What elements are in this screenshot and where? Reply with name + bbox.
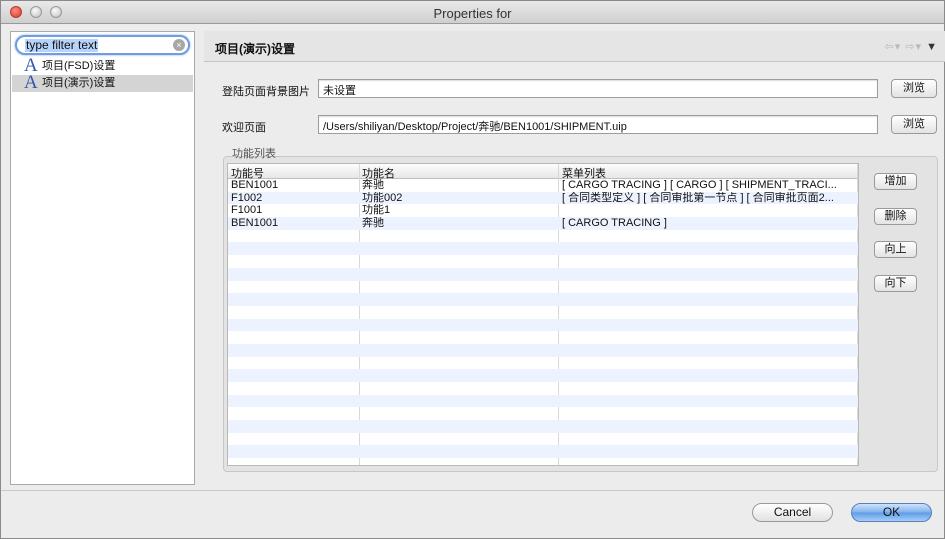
table-row[interactable]: BEN1001 奔驰 [ CARGO TRACING ] [ CARGO ] [ S…	[228, 179, 858, 192]
table-row[interactable]	[228, 445, 858, 459]
table-row[interactable]	[228, 357, 858, 370]
table-row[interactable]	[228, 394, 858, 408]
function-list-title: 功能列表	[232, 148, 276, 160]
cell-function-name: 功能1	[362, 204, 391, 217]
table-row[interactable]: F1001 功能1	[228, 204, 858, 217]
tree-item-fsd-settings[interactable]: A 项目(FSD)设置	[12, 56, 193, 76]
properties-window: Properties for type filter text × A 项目(F…	[0, 0, 945, 539]
table-row[interactable]	[228, 255, 858, 268]
filter-input[interactable]: type filter text ×	[15, 35, 190, 55]
cell-menu-list: [ CARGO TRACING ] [ CARGO ] [ SHIPMENT_T…	[562, 179, 837, 191]
cell-function-name: 奔驰	[362, 179, 384, 191]
table-row[interactable]	[228, 281, 858, 294]
clear-filter-icon[interactable]: ×	[173, 39, 185, 51]
forward-arrow-icon[interactable]: ⇨▾	[905, 41, 922, 53]
add-button[interactable]: 增加	[874, 173, 917, 190]
tree-item-demo-settings[interactable]: A 项目(演示)设置	[12, 72, 193, 93]
table-header: 功能号 功能名 菜单列表	[228, 164, 858, 180]
cancel-button[interactable]: Cancel	[752, 503, 833, 522]
table-row[interactable]	[228, 230, 858, 243]
table-row[interactable]: BEN1001 奔驰 [ CARGO TRACING ]	[228, 217, 858, 230]
table-body: BEN1001 奔驰 [ CARGO TRACING ] [ CARGO ] [ S…	[228, 179, 858, 459]
move-down-button[interactable]: 向下	[874, 275, 917, 292]
table-row[interactable]	[228, 293, 858, 306]
filter-input-text: type filter text	[25, 38, 99, 52]
table-row[interactable]	[228, 267, 858, 281]
navigation-controls[interactable]: ⇦▾ ⇨▾ ▼	[884, 40, 938, 53]
cell-function-id: BEN1001	[231, 179, 279, 191]
table-row[interactable]	[228, 306, 858, 319]
background-image-field[interactable]: 未设置	[318, 79, 878, 98]
cell-function-id: BEN1001	[231, 217, 279, 230]
view-menu-icon[interactable]: ▼	[926, 41, 938, 53]
page-header: 项目(演示)设置 ⇦▾ ⇨▾ ▼	[204, 31, 945, 62]
page-title: 项目(演示)设置	[215, 42, 295, 56]
table-row[interactable]	[228, 318, 858, 332]
back-arrow-icon[interactable]: ⇦▾	[884, 41, 901, 53]
move-up-button[interactable]: 向上	[874, 241, 917, 258]
window-title: Properties for	[433, 6, 512, 21]
table-row[interactable]	[228, 369, 858, 382]
table-row[interactable]	[228, 242, 858, 256]
preference-tree-pane: type filter text × A 项目(FSD)设置 A 项目(演示)设…	[10, 31, 195, 485]
font-a-icon: A	[24, 72, 38, 93]
browse-background-button[interactable]: 浏览	[891, 79, 937, 98]
cell-menu-list: [ CARGO TRACING ]	[562, 217, 667, 230]
cell-function-id: F1002	[231, 191, 263, 204]
title-bar[interactable]: Properties for	[1, 1, 944, 24]
cell-menu-list: [ 合同类型定义 ] [ 合同审批第一节点 ] [ 合同审批页面2...	[562, 191, 834, 204]
cell-function-id: F1001	[231, 204, 263, 217]
table-row[interactable]	[228, 433, 858, 446]
cell-function-name: 功能002	[362, 191, 403, 204]
table-row[interactable]: F1002 功能002 [ 合同类型定义 ] [ 合同审批第一节点 ] [ 合同审批…	[228, 191, 858, 205]
welcome-page-field[interactable]: /Users/shiliyan/Desktop/Project/奔驰/BEN10…	[318, 115, 878, 134]
table-row[interactable]	[228, 420, 858, 433]
ok-button[interactable]: OK	[851, 503, 932, 522]
delete-button[interactable]: 删除	[874, 208, 917, 225]
table-row[interactable]	[228, 343, 858, 357]
function-table[interactable]: 功能号 功能名 菜单列表 BEN1001 奔驰 [ CARGO TRACING ] …	[227, 163, 859, 466]
welcome-page-label: 欢迎页面	[222, 122, 266, 134]
tree-item-label: 项目(演示)设置	[42, 77, 116, 89]
table-row[interactable]	[228, 407, 858, 420]
tree-item-label: 项目(FSD)设置	[42, 60, 116, 72]
table-row[interactable]	[228, 331, 858, 344]
background-image-label: 登陆页面背景图片	[222, 86, 310, 98]
cell-function-name: 奔驰	[362, 217, 384, 230]
browse-welcome-button[interactable]: 浏览	[891, 115, 937, 134]
table-row[interactable]	[228, 382, 858, 395]
